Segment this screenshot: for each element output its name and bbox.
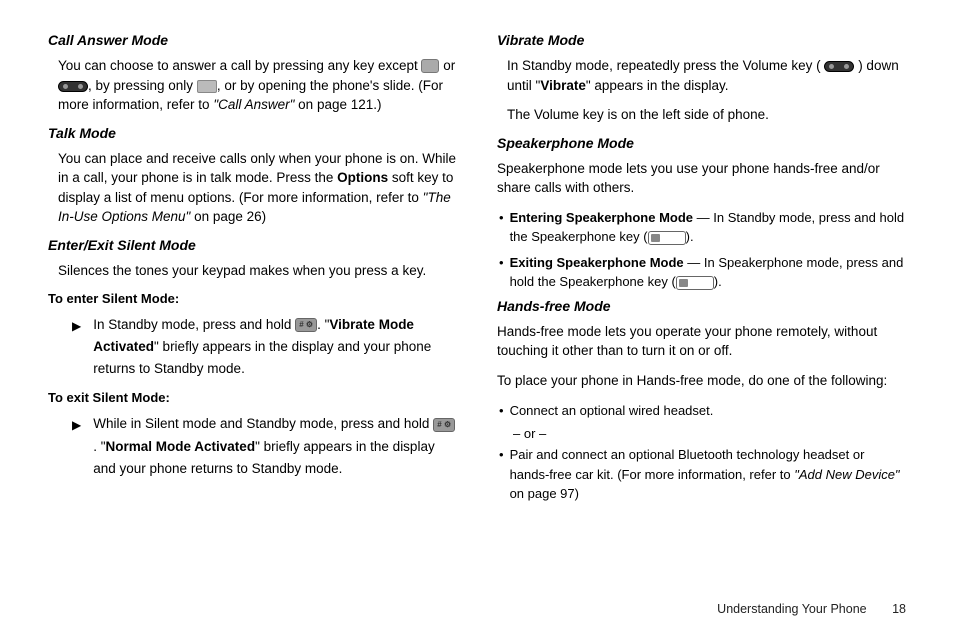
para-hands-1: Hands-free mode lets you operate your ph…	[497, 322, 906, 361]
text: Entering Speakerphone Mode — In Standby …	[510, 208, 906, 247]
heading-vibrate-mode: Vibrate Mode	[497, 32, 906, 48]
text: Pair and connect an optional Bluetooth t…	[510, 445, 906, 504]
heading-hands-free-mode: Hands-free Mode	[497, 298, 906, 314]
end-key-icon	[421, 59, 439, 73]
exit-speaker-label: Exiting Speakerphone Mode	[510, 255, 684, 270]
enter-speaker-label: Entering Speakerphone Mode	[510, 210, 693, 225]
send-key-icon	[197, 80, 217, 93]
volume-key-icon	[824, 61, 854, 72]
bullet-bluetooth: • Pair and connect an optional Bluetooth…	[497, 445, 906, 504]
heading-speakerphone-mode: Speakerphone Mode	[497, 135, 906, 151]
bullet-icon: •	[499, 253, 504, 292]
text: You can choose to answer a call by press…	[58, 58, 421, 73]
para-speaker: Speakerphone mode lets you use your phon…	[497, 159, 906, 198]
step-enter-silent: ▶ In Standby mode, press and hold # ⚙. "…	[48, 314, 457, 381]
text: Exiting Speakerphone Mode — In Speakerph…	[510, 253, 906, 292]
hash-key-icon: # ⚙	[295, 318, 317, 332]
text: ).	[714, 274, 722, 289]
para-hands-2: To place your phone in Hands-free mode, …	[497, 371, 906, 391]
text: on page 121.)	[294, 97, 381, 112]
text: . "	[317, 317, 329, 332]
step-exit-silent: ▶ While in Silent mode and Standby mode,…	[48, 413, 457, 480]
bullet-icon: •	[499, 208, 504, 247]
speakerphone-key-icon	[648, 231, 686, 245]
para-talk: You can place and receive calls only whe…	[48, 149, 457, 227]
speakerphone-key-icon	[676, 276, 714, 290]
text: " appears in the display.	[586, 78, 729, 93]
triangle-bullet-icon: ▶	[72, 416, 81, 480]
para-vibrate-1: In Standby mode, repeatedly press the Vo…	[497, 56, 906, 95]
or-separator: – or –	[497, 426, 906, 441]
text: , by pressing only	[88, 78, 197, 93]
normal-activated-label: Normal Mode Activated	[106, 439, 256, 454]
page-footer: Understanding Your Phone 18	[717, 602, 906, 616]
text: In Standby mode, press and hold # ⚙. "Vi…	[93, 314, 457, 381]
xref-add-new-device: "Add New Device"	[794, 467, 899, 482]
text: ).	[686, 229, 694, 244]
hash-key-icon: # ⚙	[433, 418, 455, 432]
text: Connect an optional wired headset.	[510, 401, 906, 421]
bullet-enter-speakerphone: • Entering Speakerphone Mode — In Standb…	[497, 208, 906, 247]
options-softkey-label: Options	[337, 170, 388, 185]
para-vibrate-2: The Volume key is on the left side of ph…	[497, 105, 906, 125]
text: on page 26)	[190, 209, 266, 224]
volume-key-icon	[58, 81, 88, 92]
heading-exit-silent: To exit Silent Mode:	[48, 390, 457, 405]
section-title: Understanding Your Phone	[717, 602, 866, 616]
text: on page 97)	[510, 486, 579, 501]
text: . "	[93, 439, 105, 454]
text: While in Silent mode and Standby mode, p…	[93, 416, 433, 431]
bullet-icon: •	[499, 445, 504, 504]
text: or	[439, 58, 455, 73]
text: While in Silent mode and Standby mode, p…	[93, 413, 457, 480]
heading-talk-mode: Talk Mode	[48, 125, 457, 141]
left-column: Call Answer Mode You can choose to answe…	[48, 32, 457, 510]
heading-silent-mode: Enter/Exit Silent Mode	[48, 237, 457, 253]
right-column: Vibrate Mode In Standby mode, repeatedly…	[497, 32, 906, 510]
text: In Standby mode, press and hold	[93, 317, 295, 332]
vibrate-label: Vibrate	[540, 78, 586, 93]
para-call-answer: You can choose to answer a call by press…	[48, 56, 457, 115]
heading-call-answer-mode: Call Answer Mode	[48, 32, 457, 48]
bullet-exit-speakerphone: • Exiting Speakerphone Mode — In Speaker…	[497, 253, 906, 292]
bullet-wired-headset: • Connect an optional wired headset.	[497, 401, 906, 421]
heading-enter-silent: To enter Silent Mode:	[48, 291, 457, 306]
xref-call-answer: "Call Answer"	[213, 97, 294, 112]
text: In Standby mode, repeatedly press the Vo…	[507, 58, 824, 73]
para-silent: Silences the tones your keypad makes whe…	[48, 261, 457, 281]
page-number: 18	[892, 602, 906, 616]
triangle-bullet-icon: ▶	[72, 317, 81, 381]
bullet-icon: •	[499, 401, 504, 421]
